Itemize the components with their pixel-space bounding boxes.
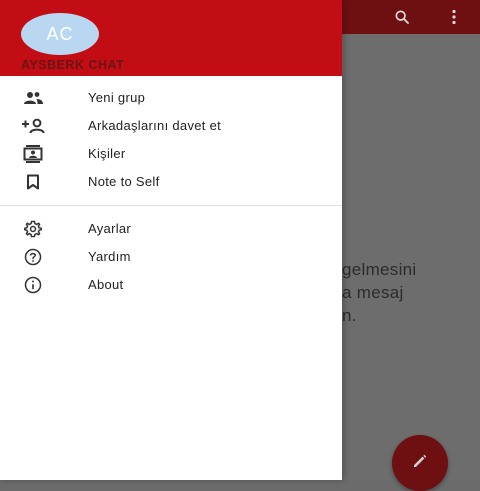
pencil-icon	[411, 452, 429, 475]
drawer-divider	[0, 205, 342, 206]
empty-state-text: gelmesini a mesaj n.	[342, 258, 480, 327]
avatar[interactable]: AC	[21, 13, 99, 55]
settings-icon	[20, 220, 46, 238]
menu-item-label: Kişiler	[88, 146, 126, 161]
menu-item-settings[interactable]: Ayarlar	[0, 215, 342, 243]
group-icon	[20, 89, 46, 107]
drawer-menu: Yeni grup Arkadaşlarını davet et Kişiler…	[0, 84, 342, 299]
menu-item-label: Note to Self	[88, 174, 160, 189]
menu-item-label: Arkadaşlarını davet et	[88, 118, 222, 133]
navigation-drawer: AC AYSBERK CHAT Yeni grup Arkadaşlarını …	[0, 0, 342, 480]
contacts-icon	[20, 145, 46, 163]
menu-item-label: Ayarlar	[88, 221, 132, 236]
help-icon	[20, 248, 46, 266]
search-icon[interactable]	[388, 0, 416, 34]
invite-person-icon	[20, 117, 46, 135]
more-vert-icon[interactable]	[440, 0, 468, 34]
menu-item-contacts[interactable]: Kişiler	[0, 140, 342, 168]
account-name: AYSBERK CHAT	[21, 58, 125, 72]
menu-item-label: About	[88, 277, 124, 292]
empty-state-line: n.	[342, 306, 357, 325]
bookmark-icon	[20, 173, 46, 191]
compose-button[interactable]	[392, 435, 448, 491]
menu-item-note-to-self[interactable]: Note to Self	[0, 168, 342, 196]
menu-item-help[interactable]: Yardım	[0, 243, 342, 271]
drawer-header: AC AYSBERK CHAT	[0, 0, 342, 76]
menu-item-label: Yardım	[88, 249, 131, 264]
menu-item-invite-friends[interactable]: Arkadaşlarını davet et	[0, 112, 342, 140]
menu-item-new-group[interactable]: Yeni grup	[0, 84, 342, 112]
menu-item-label: Yeni grup	[88, 90, 146, 105]
empty-state-line: gelmesini	[342, 260, 417, 279]
empty-state-line: a mesaj	[342, 283, 404, 302]
info-icon	[20, 276, 46, 294]
menu-item-about[interactable]: About	[0, 271, 342, 299]
